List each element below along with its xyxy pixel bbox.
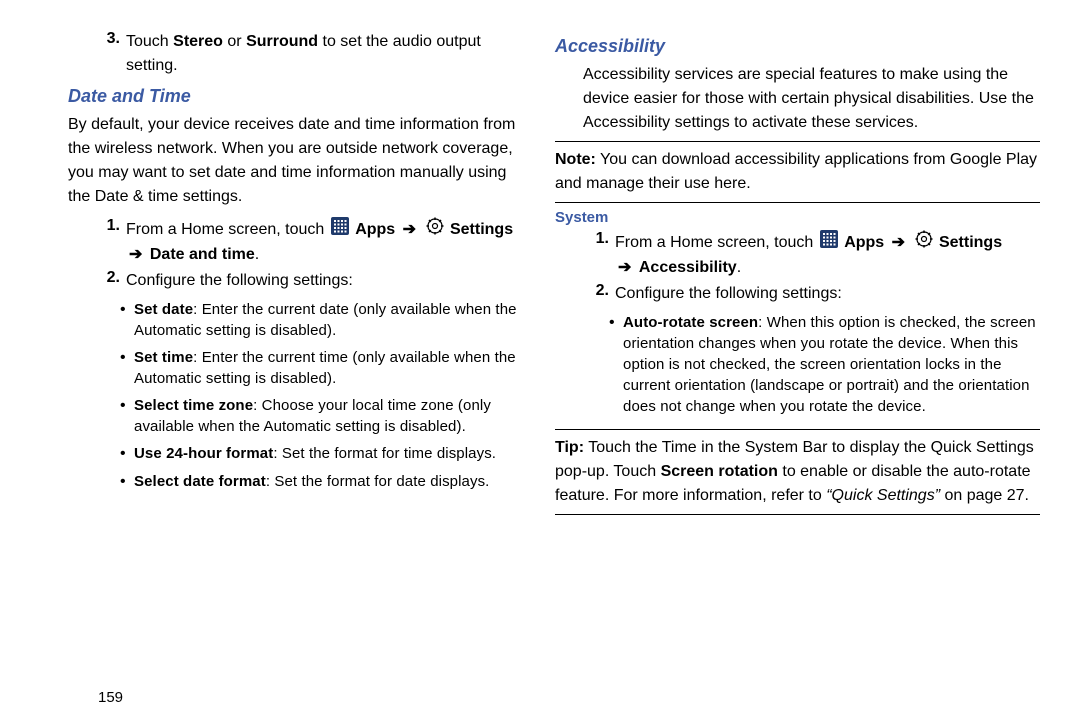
arrow-icon: ➔ — [615, 259, 634, 276]
text: on page 27. — [940, 487, 1029, 504]
bullet-icon: • — [120, 443, 134, 465]
text: . — [737, 259, 741, 276]
text-bold: Stereo — [173, 33, 223, 50]
text: Touch — [126, 33, 173, 50]
bullet-body: Select date format: Set the format for d… — [134, 471, 525, 493]
text-bold: Select time zone — [134, 397, 253, 414]
horizontal-rule — [555, 429, 1040, 430]
text-bold: Apps — [355, 221, 395, 238]
text-bold: Date and time — [150, 246, 255, 263]
text-bold: Set date — [134, 301, 193, 318]
bullet-set-time: • Set time: Enter the current time (only… — [40, 347, 525, 389]
apps-grid-icon — [331, 217, 349, 243]
step-body: Configure the following settings: — [615, 282, 1040, 306]
note-body: You can download accessibility applicati… — [555, 151, 1037, 192]
bullet-auto-rotate: • Auto-rotate screen: When this option i… — [555, 312, 1040, 417]
text: From a Home screen, touch — [615, 234, 818, 251]
bullet-body: Auto-rotate screen: When this option is … — [623, 312, 1040, 417]
text-bold: Set time — [134, 349, 193, 366]
arrow-icon: ➔ — [889, 234, 908, 251]
bullet-time-zone: • Select time zone: Choose your local ti… — [40, 395, 525, 437]
bullet-24h-format: • Use 24-hour format: Set the format for… — [40, 443, 525, 465]
bullet-icon: • — [120, 299, 134, 341]
arrow-icon: ➔ — [126, 246, 145, 263]
datetime-intro: By default, your device receives date an… — [40, 113, 525, 209]
arrow-icon: ➔ — [400, 221, 419, 238]
bullet-body: Use 24-hour format: Set the format for t… — [134, 443, 525, 465]
audio-step-3: 3. Touch Stereo or Surround to set the a… — [40, 30, 525, 78]
text-bold: Settings — [939, 234, 1002, 251]
apps-grid-icon — [820, 230, 838, 256]
bullet-icon: • — [120, 395, 134, 437]
bullet-date-format: • Select date format: Set the format for… — [40, 471, 525, 493]
system-step-2: 2. Configure the following settings: — [555, 282, 1040, 306]
text: : Set the format for date displays. — [266, 473, 490, 490]
bullet-icon: • — [609, 312, 623, 417]
page-number: 159 — [98, 689, 123, 706]
bullet-icon: • — [120, 471, 134, 493]
step-body: From a Home screen, touch Apps ➔ Setting… — [615, 230, 1040, 280]
heading-accessibility: Accessibility — [555, 36, 1040, 57]
accessibility-intro: Accessibility services are special featu… — [555, 63, 1040, 135]
bullet-body: Select time zone: Choose your local time… — [134, 395, 525, 437]
text-bold: Select date format — [134, 473, 266, 490]
system-step-1: 1. From a Home screen, touch Apps ➔ Sett… — [555, 230, 1040, 280]
text-bold: Screen rotation — [661, 463, 778, 480]
horizontal-rule — [555, 202, 1040, 203]
list-number: 1. — [583, 230, 615, 280]
list-number: 2. — [94, 269, 126, 293]
tip-label: Tip: — [555, 439, 584, 456]
text-bold: Apps — [844, 234, 884, 251]
text: . — [255, 246, 259, 263]
text-bold: Use 24-hour format — [134, 445, 273, 462]
horizontal-rule — [555, 514, 1040, 515]
text-bold: Auto-rotate screen — [623, 314, 758, 331]
bullet-set-date: • Set date: Enter the current date (only… — [40, 299, 525, 341]
datetime-step-1: 1. From a Home screen, touch Apps ➔ Sett… — [40, 217, 525, 267]
settings-gear-icon — [426, 217, 444, 243]
text-bold: Accessibility — [639, 259, 737, 276]
tip-block: Tip: Touch the Time in the System Bar to… — [555, 436, 1040, 508]
list-number: 1. — [94, 217, 126, 267]
horizontal-rule — [555, 141, 1040, 142]
datetime-step-2: 2. Configure the following settings: — [40, 269, 525, 293]
text-bold: Settings — [450, 221, 513, 238]
text: or — [223, 33, 246, 50]
list-number: 3. — [94, 30, 126, 78]
bullet-icon: • — [120, 347, 134, 389]
step-body: From a Home screen, touch Apps ➔ Setting… — [126, 217, 525, 267]
step-body: Touch Stereo or Surround to set the audi… — [126, 30, 525, 78]
text: From a Home screen, touch — [126, 221, 329, 238]
step-body: Configure the following settings: — [126, 269, 525, 293]
note-block: Note: You can download accessibility app… — [555, 148, 1040, 196]
heading-date-and-time: Date and Time — [40, 86, 525, 107]
text-bold: Surround — [246, 33, 318, 50]
settings-gear-icon — [915, 230, 933, 256]
note-label: Note: — [555, 151, 596, 168]
list-number: 2. — [583, 282, 615, 306]
text: : Set the format for time displays. — [273, 445, 496, 462]
bullet-body: Set date: Enter the current date (only a… — [134, 299, 525, 341]
text-italic: “Quick Settings” — [826, 487, 940, 504]
heading-system: System — [555, 209, 1040, 226]
bullet-body: Set time: Enter the current time (only a… — [134, 347, 525, 389]
